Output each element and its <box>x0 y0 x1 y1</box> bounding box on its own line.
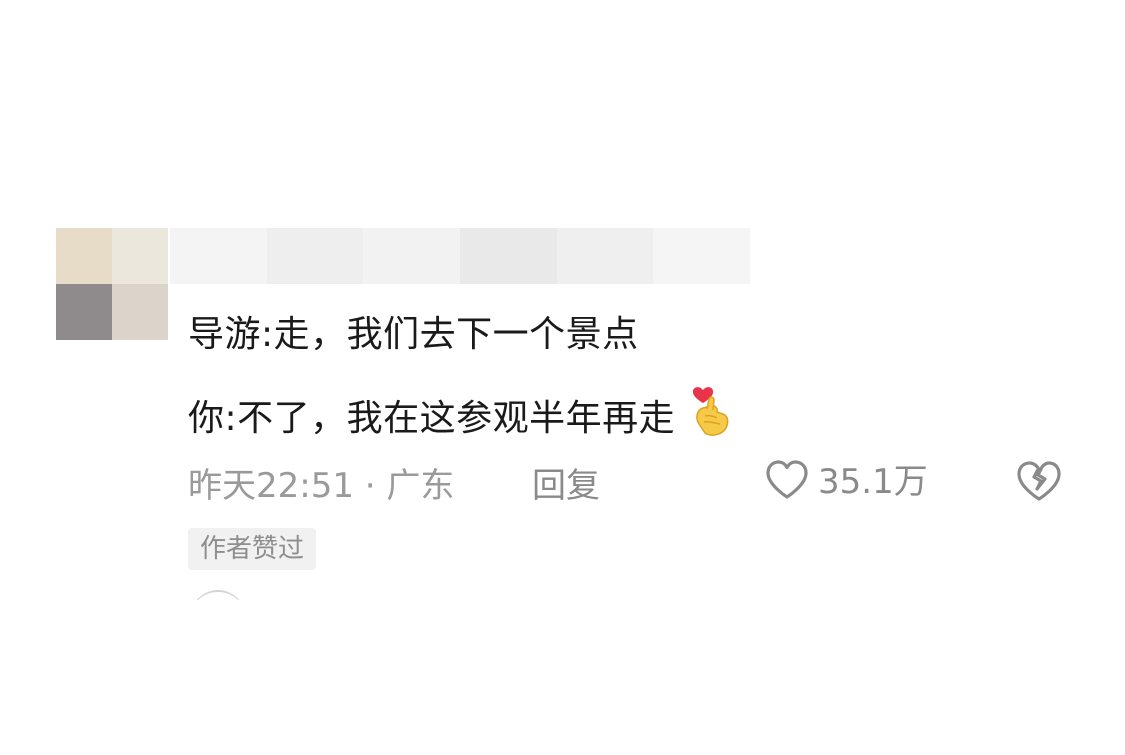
comment-text-line-2: 你:不了，我在这参观半年再走 <box>188 384 733 450</box>
avatar[interactable] <box>56 228 168 340</box>
avatar-pixel <box>56 228 112 284</box>
like-count: 35.1万 <box>818 462 928 502</box>
reply-button[interactable]: 回复 <box>532 463 600 509</box>
comment-text-line-2-text: 你:不了，我在这参观半年再走 <box>188 398 676 439</box>
avatar-pixel <box>56 284 112 340</box>
heart-outline-icon <box>764 459 810 505</box>
username-pixel <box>460 228 557 284</box>
dislike-button[interactable] <box>1014 459 1064 507</box>
username-pixel <box>556 228 654 284</box>
like-button[interactable]: 35.1万 <box>764 459 928 505</box>
username-pixel <box>170 228 267 284</box>
avatar-pixel <box>112 284 168 340</box>
next-comment-avatar[interactable] <box>190 590 246 600</box>
comment-screen: 导游:走，我们去下一个景点 你:不了，我在这参观半年再走 昨天22:51 · 广… <box>0 0 1125 755</box>
comment-time-location: 昨天22:51 · 广东 <box>188 466 455 506</box>
broken-heart-icon <box>1014 461 1064 507</box>
username-blurred[interactable] <box>170 228 751 284</box>
heart-finger-emoji-icon <box>689 384 733 450</box>
username-pixel <box>653 228 751 284</box>
avatar-pixel <box>112 228 168 284</box>
author-liked-badge: 作者赞过 <box>188 528 317 570</box>
comment-text-line-1: 导游:走，我们去下一个景点 <box>188 314 639 355</box>
username-pixel <box>363 228 461 284</box>
username-pixel <box>266 228 364 284</box>
